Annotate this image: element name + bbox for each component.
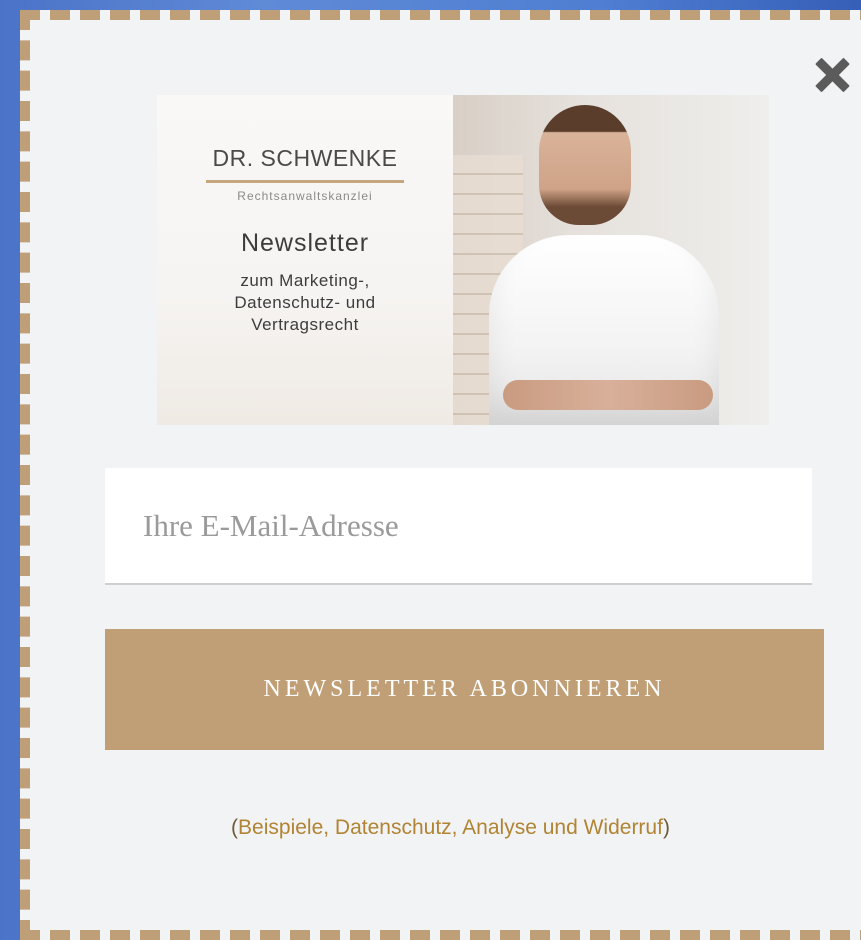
paren-close: ) bbox=[662, 816, 670, 839]
brand-subtitle: Rechtsanwaltskanzlei bbox=[237, 189, 373, 203]
privacy-info: (Beispiele, Datenschutz, Analyse und Wid… bbox=[30, 816, 861, 840]
subscribe-button[interactable]: NEWSLETTER ABONNIEREN bbox=[105, 629, 824, 750]
newsletter-desc-line: Vertragsrecht bbox=[251, 315, 359, 334]
brand-name: DR. SCHWENKE bbox=[212, 145, 398, 171]
newsletter-desc-line: Datenschutz- und bbox=[234, 293, 376, 312]
paren-open: ( bbox=[231, 816, 239, 839]
newsletter-description: zum Marketing-, Datenschutz- und Vertrag… bbox=[157, 270, 453, 336]
newsletter-desc-line: zum Marketing-, bbox=[240, 271, 370, 290]
newsletter-title: Newsletter bbox=[240, 229, 370, 257]
email-input[interactable] bbox=[105, 468, 812, 585]
lawyer-photo bbox=[453, 95, 769, 425]
privacy-link[interactable]: Beispiele, Datenschutz, Analyse und Wide… bbox=[238, 816, 663, 839]
brand-divider bbox=[206, 180, 404, 183]
newsletter-banner: DR. SCHWENKE Rechtsanwaltskanzlei Newsle… bbox=[157, 95, 769, 425]
newsletter-popup: DR. SCHWENKE Rechtsanwaltskanzlei Newsle… bbox=[20, 10, 861, 940]
banner-text-panel: DR. SCHWENKE Rechtsanwaltskanzlei Newsle… bbox=[157, 95, 453, 425]
close-icon[interactable] bbox=[810, 54, 854, 98]
